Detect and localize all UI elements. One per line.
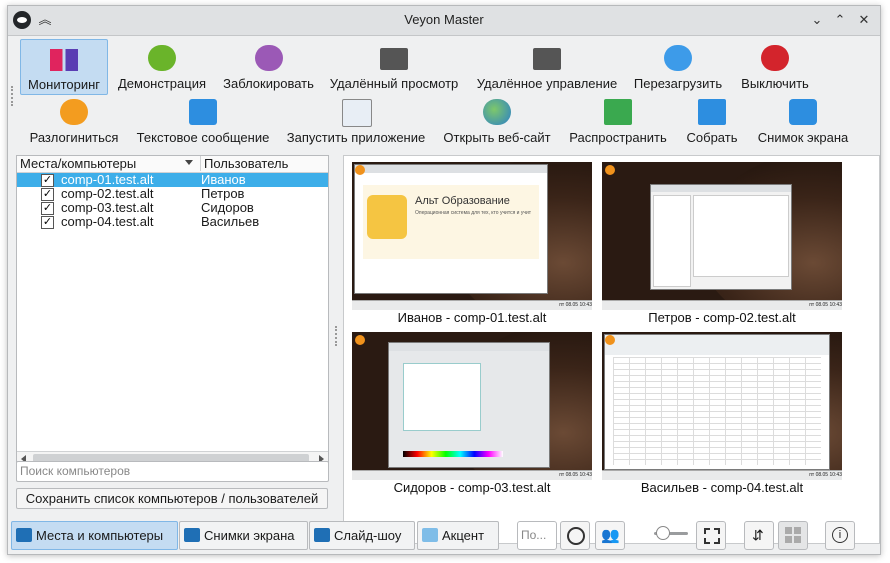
slideshow-icon <box>314 528 330 542</box>
power-off-button[interactable]: Выключить <box>738 39 812 93</box>
computer-checkbox[interactable]: ✓ <box>41 202 54 215</box>
tab-locations-computers[interactable]: Места и компьютеры <box>11 521 178 550</box>
power-icon <box>761 45 789 71</box>
tab-slideshow[interactable]: Слайд-шоу <box>309 521 415 550</box>
column-header-location[interactable]: Места/компьютеры <box>20 156 136 171</box>
open-website-button[interactable]: Открыть веб-сайт <box>441 93 553 147</box>
message-icon <box>189 99 217 125</box>
tile-caption: Васильев - comp-04.test.alt <box>640 480 804 495</box>
clock-text: пт 08.05 10:43 <box>352 300 592 310</box>
computer-host: comp-04.test.alt <box>61 214 154 229</box>
close-icon[interactable]: ✕ <box>855 11 873 29</box>
info-icon: i <box>832 527 848 543</box>
presentation-icon <box>148 45 176 71</box>
veyon-master-window: ︽ Veyon Master ⌄ ⌃ ✕ Мониторинг Демонстр… <box>7 5 881 555</box>
screenshot-icon <box>184 528 200 542</box>
screenshot-button[interactable]: Снимок экрана <box>754 93 852 147</box>
monitoring-icon <box>50 49 78 71</box>
save-computer-list-button[interactable]: Сохранить список компьютеров / пользоват… <box>16 488 328 509</box>
computer-row[interactable]: ✓ comp-03.test.alt Сидоров <box>17 201 328 215</box>
user-login-button[interactable]: 👥 <box>595 521 625 550</box>
clock-text: пт 08.05 10:43 <box>602 300 842 310</box>
computer-user: Иванов <box>201 172 246 187</box>
computer-host: comp-02.test.alt <box>61 186 154 201</box>
computer-checkbox[interactable]: ✓ <box>41 174 54 187</box>
maximize-icon[interactable]: ⌃ <box>831 11 849 29</box>
page-subtitle: Операционная система для тех, кто учится… <box>415 210 532 216</box>
computer-row[interactable]: ✓ comp-02.test.alt Петров <box>17 187 328 201</box>
computer-host: comp-01.test.alt <box>61 172 154 187</box>
collect-icon <box>698 99 726 125</box>
logout-icon <box>60 99 88 125</box>
page-title: Альт Образование <box>415 195 510 207</box>
zoom-slider-handle[interactable] <box>656 526 670 540</box>
tile-caption: Сидоров - comp-03.test.alt <box>393 480 551 495</box>
computer-row[interactable]: ✓ comp-01.test.alt Иванов <box>17 173 328 187</box>
zoom-fit-button[interactable] <box>696 521 726 550</box>
tab-screenshots[interactable]: Снимки экрана <box>179 521 308 550</box>
monitoring-button[interactable]: Мониторинг <box>20 39 108 95</box>
bottom-bar: Места и компьютеры Снимки экрана Слайд-ш… <box>8 517 880 553</box>
tile-caption: Петров - comp-02.test.alt <box>648 310 796 325</box>
computer-list[interactable]: Места/компьютеры Пользователь ✓ comp-01.… <box>16 155 329 467</box>
arrange-button[interactable]: ⇵ <box>744 521 774 550</box>
computer-list-header: Места/компьютеры Пользователь <box>17 156 328 173</box>
remote-control-icon <box>533 48 561 70</box>
clock-text: пт 08.05 10:43 <box>602 470 842 480</box>
run-program-button[interactable]: Запустить приложение <box>284 93 428 147</box>
column-header-user[interactable]: Пользователь <box>200 156 288 171</box>
power-icon <box>567 527 585 545</box>
text-message-button[interactable]: Текстовое сообщение <box>134 93 272 147</box>
lock-icon <box>254 45 283 71</box>
collect-button[interactable]: Собрать <box>682 93 742 147</box>
title-bar: ︽ Veyon Master ⌄ ⌃ ✕ <box>8 6 880 36</box>
screen-thumbnail: пт 08.05 10:43 <box>352 332 592 480</box>
toolbar-grip[interactable] <box>11 86 17 106</box>
computers-icon <box>16 528 32 542</box>
computer-host: comp-03.test.alt <box>61 200 154 215</box>
tile-caption: Иванов - comp-01.test.alt <box>397 310 547 325</box>
lock-button[interactable]: Заблокировать <box>221 39 316 93</box>
users-icon: 👥 <box>601 527 620 544</box>
computer-search-input[interactable]: Поиск компьютеров <box>16 461 329 482</box>
remote-control-button[interactable]: Удалённое управление <box>474 39 620 93</box>
computer-user: Петров <box>201 186 245 201</box>
filter-input[interactable]: По... <box>517 521 557 550</box>
monitoring-grid: Альт Образование Операционная система дл… <box>343 155 880 544</box>
reboot-button[interactable]: Перезагрузить <box>632 39 724 93</box>
remote-view-icon <box>380 48 408 70</box>
clock-text: пт 08.05 10:43 <box>352 470 592 480</box>
arrange-icon: ⇵ <box>752 527 764 543</box>
logout-button[interactable]: Разлогиниться <box>26 93 122 147</box>
computer-row[interactable]: ✓ comp-04.test.alt Васильев <box>17 215 328 229</box>
remote-view-button[interactable]: Удалённый просмотр <box>328 39 460 93</box>
screen-thumbnail: Альт Образование Операционная система дл… <box>352 162 592 310</box>
window-title: Veyon Master <box>404 12 484 27</box>
computer-user: Сидоров <box>201 200 254 215</box>
screen-thumbnail: пт 08.05 10:43 <box>602 162 842 310</box>
tab-spotlight[interactable]: Акцент <box>417 521 499 550</box>
grid-layout-button[interactable] <box>778 521 808 550</box>
camera-icon <box>789 99 817 125</box>
minimize-icon[interactable]: ⌄ <box>808 11 826 29</box>
run-program-icon <box>342 99 372 127</box>
presentation-button[interactable]: Демонстрация <box>116 39 208 93</box>
grid-icon <box>785 527 792 534</box>
distribute-icon <box>604 99 632 125</box>
main-toolbar: Мониторинг Демонстрация Заблокировать Уд… <box>8 36 880 154</box>
sort-arrow-icon <box>185 160 193 165</box>
about-button[interactable]: i <box>825 521 855 550</box>
reboot-icon <box>664 45 692 71</box>
fit-icon <box>704 528 720 544</box>
computer-checkbox[interactable]: ✓ <box>41 188 54 201</box>
computer-user: Васильев <box>201 214 260 229</box>
spotlight-icon <box>422 528 438 542</box>
pane-splitter[interactable] <box>333 156 339 541</box>
distribute-button[interactable]: Распространить <box>566 93 670 147</box>
screen-thumbnail: пт 08.05 10:43 <box>602 332 842 480</box>
computer-checkbox[interactable]: ✓ <box>41 216 54 229</box>
power-toggle-button[interactable] <box>560 521 590 550</box>
globe-icon <box>483 99 511 125</box>
